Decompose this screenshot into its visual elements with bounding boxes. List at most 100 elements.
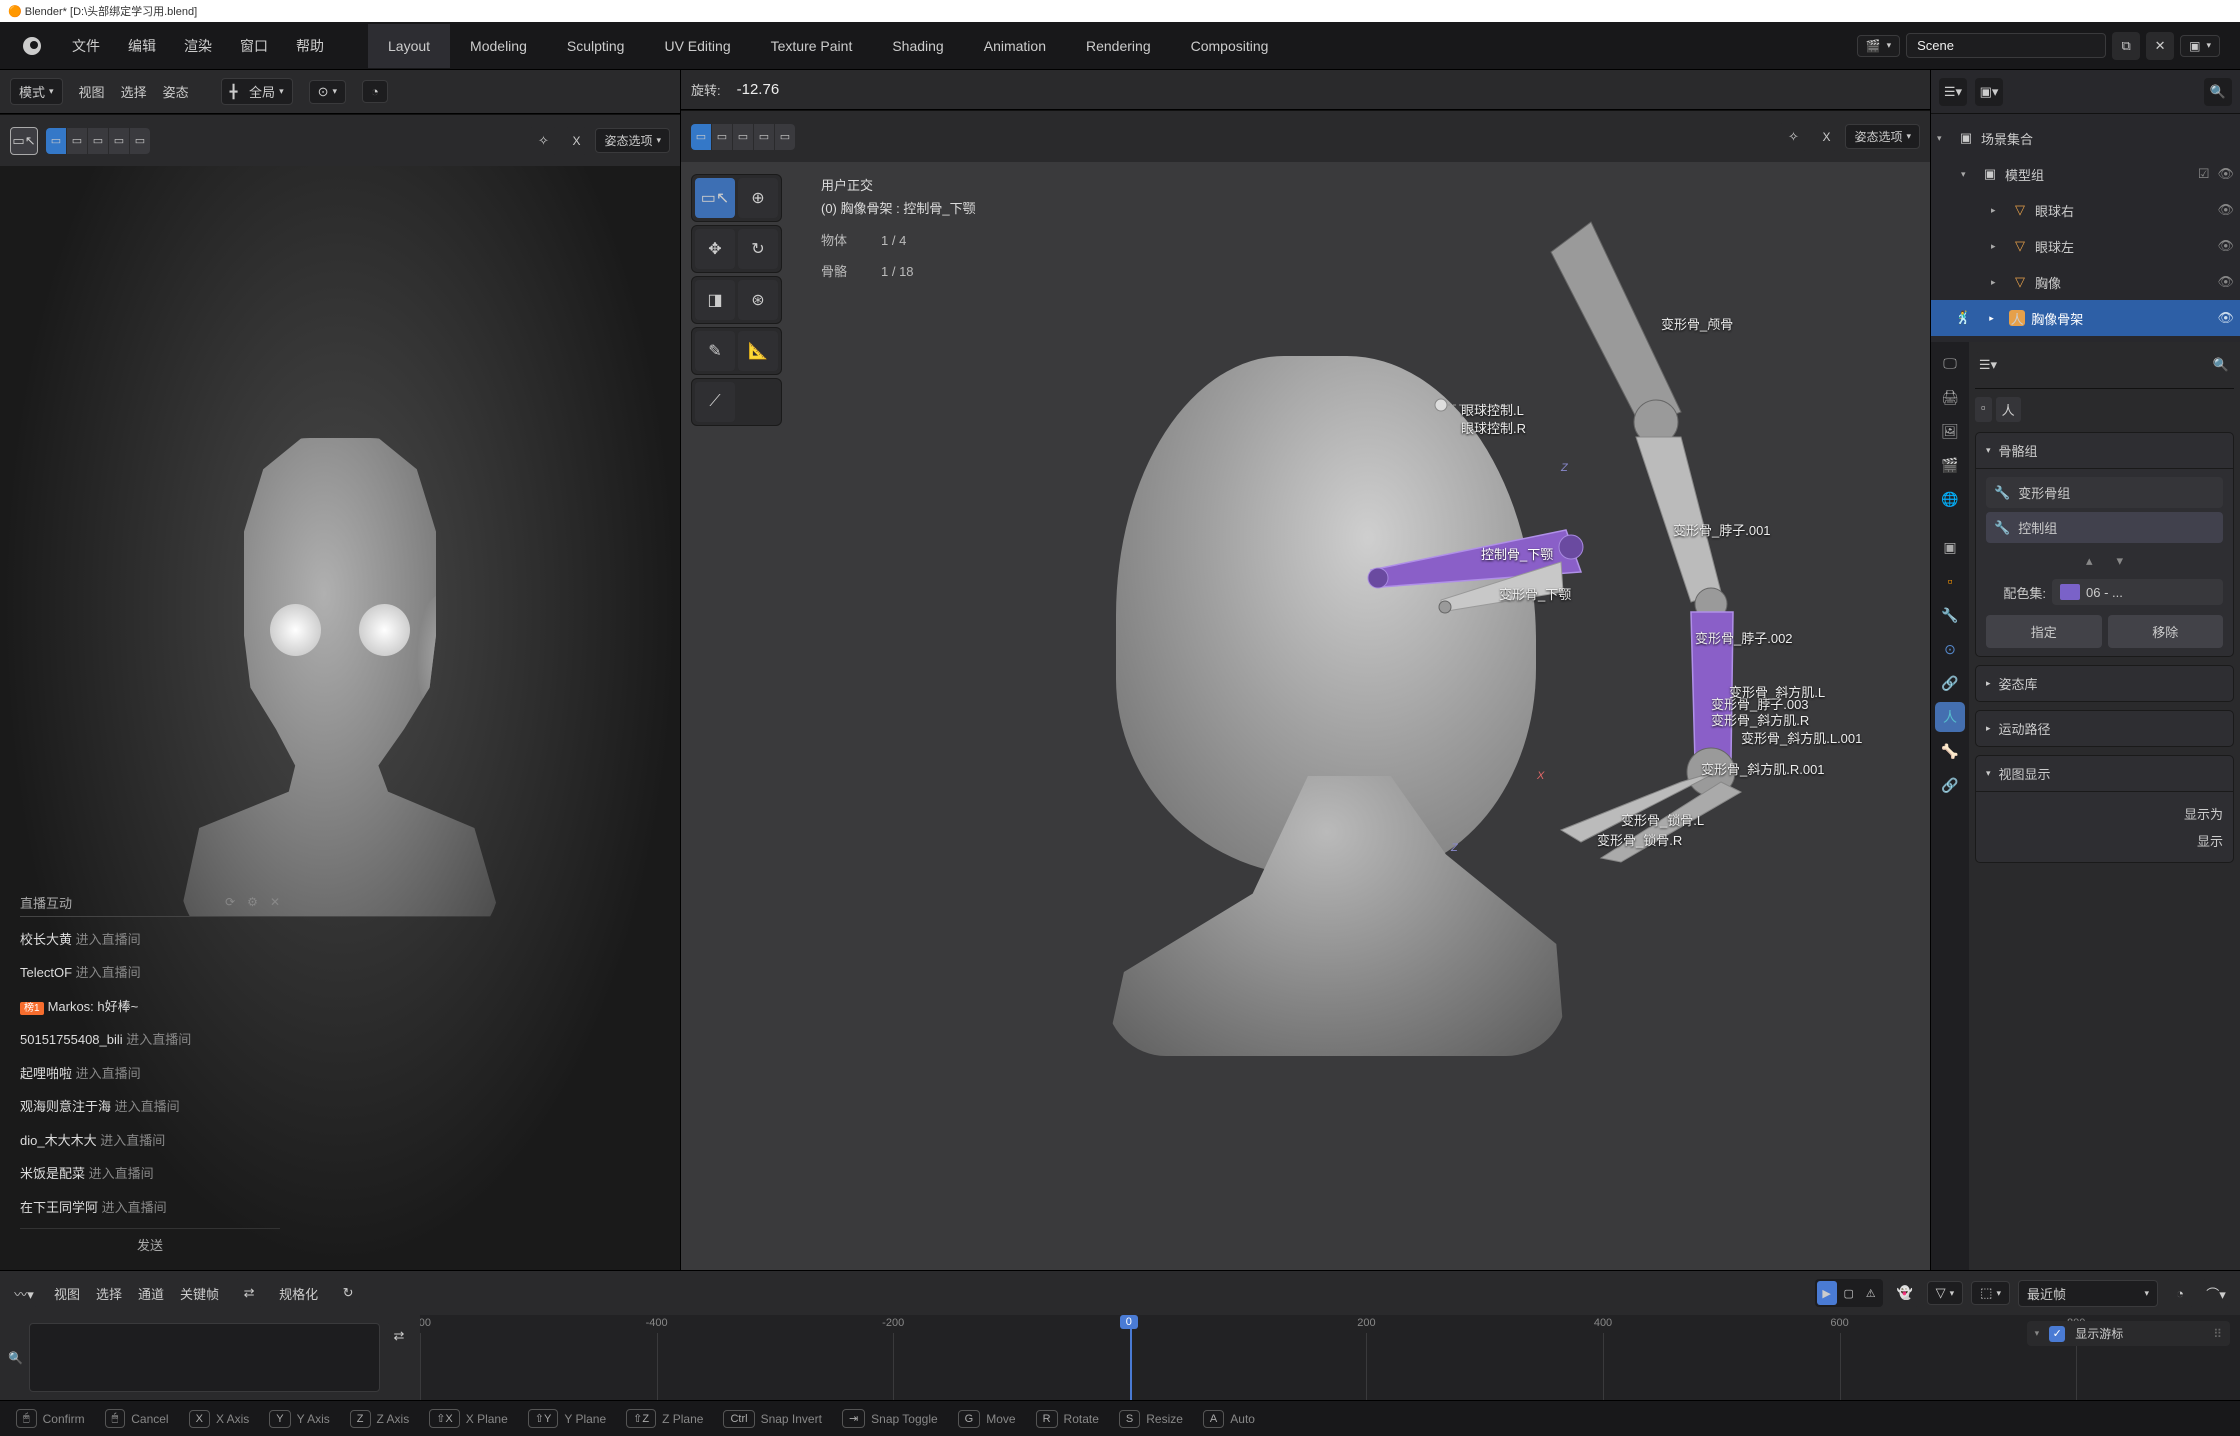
bone-group-deform[interactable]: 🔧 变形骨组: [1986, 477, 2223, 508]
tree-eye-l[interactable]: ▸ ▽ 眼球左 👁: [1931, 228, 2240, 264]
bone-group-control[interactable]: 🔧 控制组: [1986, 512, 2223, 543]
timeline-view[interactable]: 视图: [54, 1284, 80, 1303]
tree-toggle[interactable]: ▸: [1991, 241, 2005, 252]
tree-model-group[interactable]: ▾ ▣ 模型组 ☑👁: [1931, 156, 2240, 192]
mode-dropdown-left[interactable]: 模式 ▾: [10, 78, 63, 105]
editor-type-dropdown[interactable]: 〰▾: [10, 1279, 38, 1307]
prop-tab-world[interactable]: 🌐: [1935, 484, 1965, 514]
timeline-normalize[interactable]: 规格化: [279, 1284, 318, 1303]
pose-options-left[interactable]: 姿态选项 ▾: [595, 128, 670, 153]
prop-search[interactable]: 🔍: [2208, 352, 2234, 378]
prop-tab-collection[interactable]: ▣: [1935, 532, 1965, 562]
pose-menu-left[interactable]: 姿态: [163, 82, 189, 101]
view-menu-left[interactable]: 视图: [79, 82, 105, 101]
tab-uv[interactable]: UV Editing: [644, 24, 750, 68]
outliner-search-button[interactable]: 🔍: [2204, 78, 2232, 106]
prop-tab-bone[interactable]: 🦴: [1935, 736, 1965, 766]
prop-tab-modifier[interactable]: 🔧: [1935, 600, 1965, 630]
remove-button[interactable]: 移除: [2108, 615, 2224, 648]
panel-view-display-header[interactable]: ▾ 视图显示: [1976, 756, 2233, 792]
nav-down-icon[interactable]: ▾: [2117, 553, 2124, 569]
timeline-select[interactable]: 选择: [96, 1284, 122, 1303]
prop-tab-scene[interactable]: 🎬: [1935, 450, 1965, 480]
channel-search-input[interactable]: [29, 1323, 380, 1392]
chat-close-icon[interactable]: ✕: [270, 895, 280, 909]
eye-icon[interactable]: 👁: [2217, 202, 2234, 218]
normalize-toggle[interactable]: ⇄: [235, 1279, 263, 1307]
tool-select[interactable]: ▭↖: [695, 178, 735, 218]
tab-texture[interactable]: Texture Paint: [751, 24, 873, 68]
prop-tab-output[interactable]: 🖨: [1935, 382, 1965, 412]
chat-settings-icon[interactable]: ⚙: [247, 895, 258, 909]
eye-icon[interactable]: 👁: [2217, 310, 2234, 326]
playhead[interactable]: 0: [1130, 1315, 1132, 1400]
panel-motion-path-header[interactable]: ▸ 运动路径: [1976, 711, 2233, 746]
menu-render[interactable]: 渲染: [184, 36, 212, 56]
view-layer-dropdown[interactable]: ▣▾: [2180, 35, 2220, 57]
tab-rendering[interactable]: Rendering: [1066, 24, 1171, 68]
prop-options[interactable]: ☰▾: [1975, 352, 2001, 378]
tab-compositing[interactable]: Compositing: [1171, 24, 1289, 68]
middle-viewport-content[interactable]: ▭↖⊕ ✥↻ ◨⊛ ✎📐 ⟋ 用户正交 (0) 胸像骨架 : 控制骨_下颚 物体…: [681, 162, 1930, 1270]
select-subtract[interactable]: ▭: [733, 124, 753, 150]
show-cursor-checkbox[interactable]: ✓: [2049, 1326, 2065, 1342]
prop-tab-render[interactable]: 🖵: [1935, 348, 1965, 378]
select-intersect[interactable]: ▭: [775, 124, 795, 150]
prop-tab-bone-constraint[interactable]: 🔗: [1935, 770, 1965, 800]
menu-edit[interactable]: 编辑: [128, 36, 156, 56]
select-intersect2[interactable]: ▭: [130, 128, 150, 154]
tree-toggle[interactable]: ▸: [1991, 205, 2005, 216]
timeline-ruler[interactable]: -600 -400 -200 0 200 400 600 800 0: [420, 1315, 2240, 1400]
assign-button[interactable]: 指定: [1986, 615, 2102, 648]
scene-name-input[interactable]: [1906, 33, 2106, 58]
select-subtract[interactable]: ▭: [67, 128, 87, 154]
tree-eye-r[interactable]: ▸ ▽ 眼球右 👁: [1931, 192, 2240, 228]
tab-animation[interactable]: Animation: [964, 24, 1066, 68]
scene-dropdown[interactable]: 🎬▾: [1857, 35, 1900, 57]
select-extend[interactable]: ▭: [46, 128, 66, 154]
tool-scale[interactable]: ◨: [695, 280, 735, 320]
tree-toggle[interactable]: ▾: [1937, 133, 1951, 144]
prop-tab-physics[interactable]: ⊙: [1935, 634, 1965, 664]
gizmo-toggle-mid[interactable]: ✧: [1779, 123, 1807, 151]
breadcrumb-arm[interactable]: 人: [1996, 397, 2021, 422]
cursor-mode-1[interactable]: ▶: [1817, 1281, 1837, 1305]
pose-options-mid[interactable]: 姿态选项 ▾: [1845, 124, 1920, 149]
panel-bone-groups-header[interactable]: ▾ 骨骼组: [1976, 433, 2233, 469]
cursor-mode-3[interactable]: ⚠: [1861, 1281, 1881, 1305]
tree-bust[interactable]: ▸ ▽ 胸像 👁: [1931, 264, 2240, 300]
select-intersect[interactable]: ▭: [109, 128, 129, 154]
select-tool-left[interactable]: ▭↖: [10, 127, 38, 155]
channel-search-mode[interactable]: ⇄: [386, 1323, 412, 1349]
color-set-dropdown[interactable]: 06 - ...: [2052, 579, 2223, 605]
prop-tab-armature[interactable]: 人: [1935, 702, 1965, 732]
cursor-mode-2[interactable]: ▢: [1839, 1281, 1859, 1305]
tree-toggle[interactable]: ▾: [1961, 169, 1975, 180]
menu-window[interactable]: 窗口: [240, 36, 268, 56]
delete-scene-button[interactable]: ✕: [2146, 32, 2174, 60]
select-menu-left[interactable]: 选择: [121, 82, 147, 101]
menu-help[interactable]: 帮助: [296, 36, 324, 56]
gizmo-toggle-left[interactable]: ✧: [529, 127, 557, 155]
tree-toggle[interactable]: ▸: [1991, 277, 2005, 288]
prop-tab-object[interactable]: ▫: [1935, 566, 1965, 596]
curve-handle-dropdown[interactable]: ⌒▾: [2202, 1279, 2230, 1307]
left-viewport-content[interactable]: 直播互动 ⟳ ⚙ ✕ 校长大黄 进入直播间 TelectOF 进入直播间 榜1M…: [0, 166, 680, 1270]
chevron-down-icon[interactable]: ▾: [2035, 1328, 2040, 1339]
select-mode-left[interactable]: ▭ ▭ ▭ ▭ ▭: [46, 128, 150, 154]
tool-breakdown[interactable]: ⟋: [695, 382, 735, 422]
timeline-keyframe[interactable]: 关键帧: [180, 1284, 219, 1303]
timeline-cursor-modes[interactable]: ▶▢⚠: [1815, 1279, 1883, 1307]
snap-dropdown[interactable]: ⬚▾: [1971, 1281, 2010, 1305]
outliner-view-mode[interactable]: ▣▾: [1975, 78, 2003, 106]
tree-armature[interactable]: 🕺 ▸ 人 胸像骨架 👁: [1931, 300, 2240, 336]
select-extend[interactable]: ▭: [712, 124, 732, 150]
pivot-dropdown-left[interactable]: ⊙▾: [309, 80, 346, 104]
select-diff[interactable]: ▭: [754, 124, 774, 150]
tool-annotate[interactable]: ✎: [695, 331, 735, 371]
tool-move[interactable]: ✥: [695, 229, 735, 269]
prop-tab-constraint[interactable]: 🔗: [1935, 668, 1965, 698]
filter-dropdown[interactable]: ▽▾: [1927, 1281, 1964, 1305]
tool-rotate[interactable]: ↻: [738, 229, 778, 269]
new-scene-button[interactable]: ⧉: [2112, 32, 2140, 60]
